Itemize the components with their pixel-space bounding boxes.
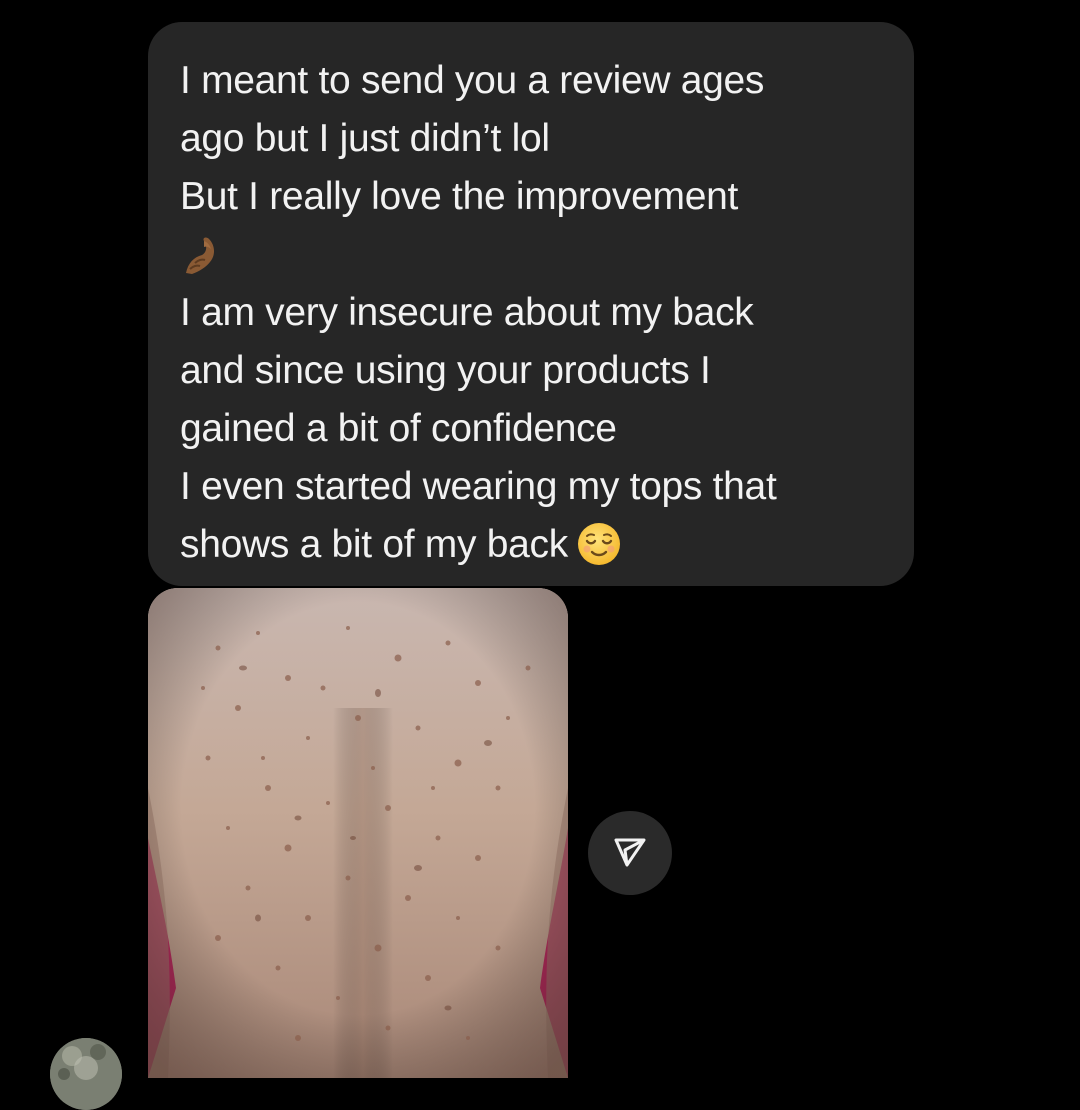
photo-attachment[interactable]: [148, 588, 568, 1078]
message-line: I meant to send you a review ages: [180, 59, 765, 102]
message-line: But I really love the improvement: [180, 175, 739, 218]
message-line: ago but I just didn’t lol: [180, 117, 550, 160]
back-photo-image: [148, 588, 568, 1078]
message-line: and since using your products I: [180, 349, 711, 392]
avatar-image: [50, 1038, 122, 1110]
share-button[interactable]: [588, 811, 672, 895]
pinched-fingers-emoji: [180, 233, 224, 277]
relieved-face-emoji: [576, 521, 622, 567]
avatar[interactable]: [50, 1038, 122, 1110]
message-line: I even started wearing my tops that: [180, 465, 777, 508]
send-arrow-icon: [610, 831, 650, 876]
incoming-message-bubble[interactable]: I meant to send you a review ages ago bu…: [148, 22, 914, 586]
message-line: shows a bit of my back: [180, 523, 568, 566]
chat-area: I meant to send you a review ages ago bu…: [0, 0, 1080, 1110]
message-line: gained a bit of confidence: [180, 407, 617, 450]
message-line-with-emoji: shows a bit of my back: [180, 516, 890, 574]
emoji-line: [180, 226, 890, 284]
message-line: I am very insecure about my back: [180, 291, 754, 334]
